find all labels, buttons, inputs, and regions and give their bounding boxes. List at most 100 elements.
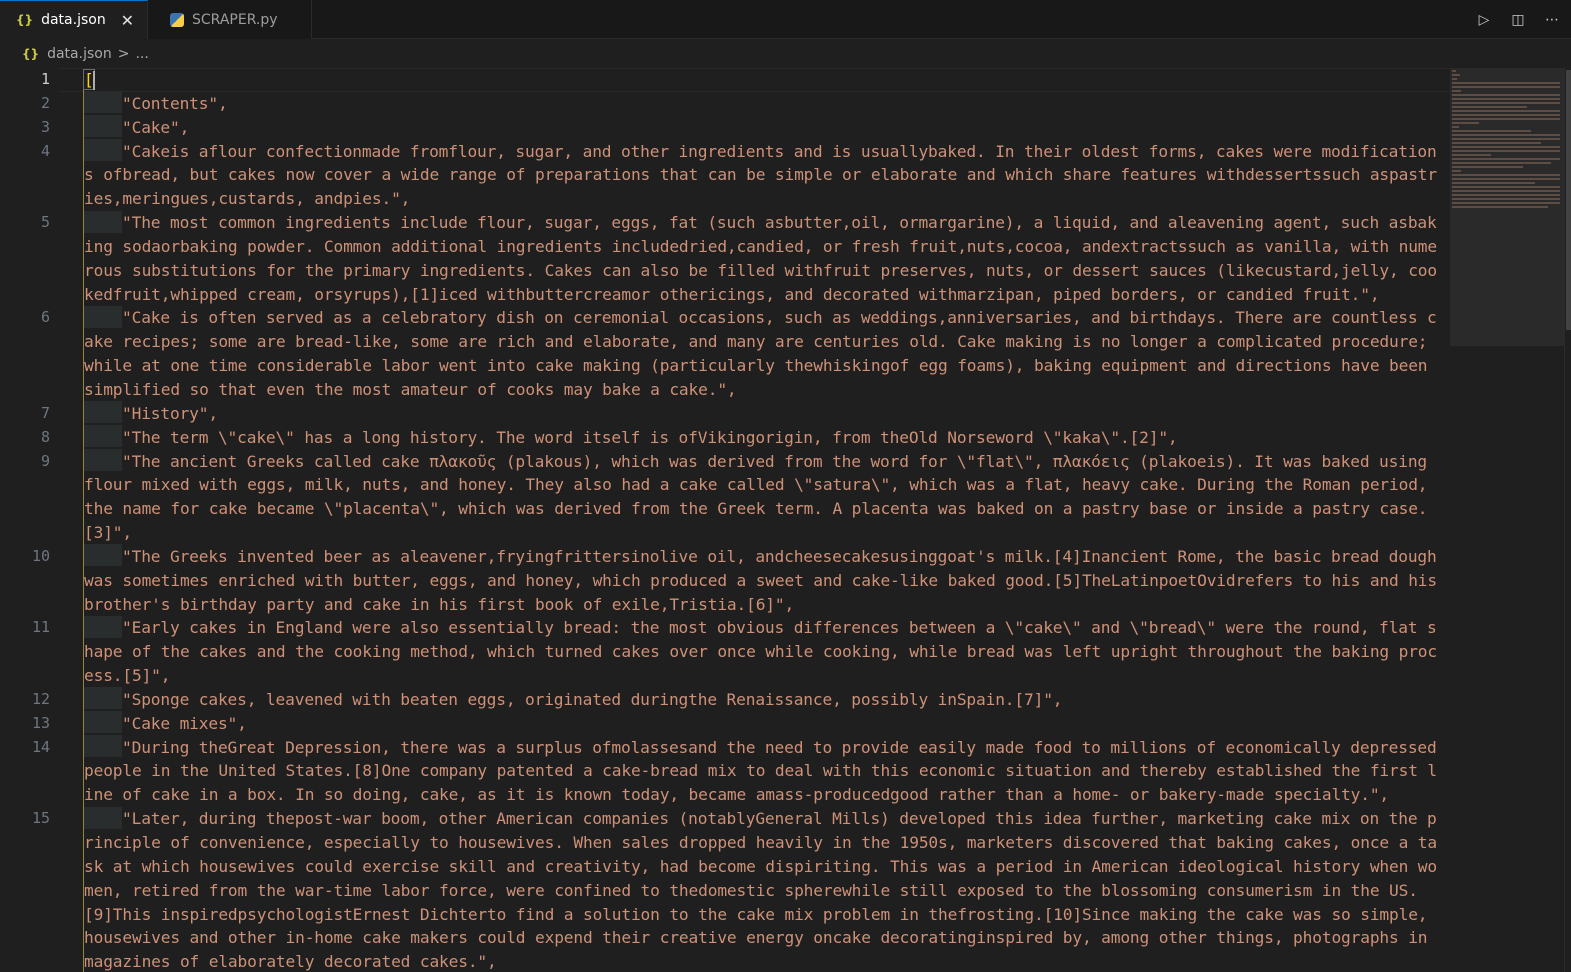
- editor-actions: ▷ ◫ ⋯: [1473, 0, 1563, 39]
- line-number: 1: [40, 70, 50, 88]
- split-editor-icon[interactable]: ◫: [1507, 9, 1529, 31]
- json-string: "During theGreat Depression, there was a…: [84, 737, 1447, 805]
- minimap-line: [1452, 158, 1560, 160]
- line-number: 12: [31, 690, 50, 708]
- code-line[interactable]: "Cake",: [84, 115, 1444, 140]
- indent-whitespace: [84, 401, 122, 424]
- run-icon[interactable]: ▷: [1473, 9, 1495, 31]
- minimap-line: [1452, 198, 1560, 200]
- line-number: 13: [31, 714, 50, 732]
- line-number-gutter: 1 2 3 4 5 6 7 8 9 10 11 12 13 14 15: [0, 68, 60, 972]
- minimap-line: [1452, 186, 1560, 188]
- code-line[interactable]: "Sponge cakes, leavened with beaten eggs…: [84, 687, 1444, 712]
- indent-whitespace: [84, 115, 122, 138]
- python-icon: [170, 12, 184, 27]
- json-string: "The Greeks invented beer as aleavener,f…: [84, 546, 1447, 614]
- code-line[interactable]: [: [83, 68, 1444, 92]
- line-number: 3: [40, 118, 50, 136]
- indent-whitespace: [84, 711, 122, 734]
- json-string: "Early cakes in England were also essent…: [84, 618, 1437, 686]
- json-braces-icon: {}: [16, 13, 34, 27]
- code-line[interactable]: "Later, during thepost-war boom, other A…: [84, 806, 1444, 972]
- editor[interactable]: 1 2 3 4 5 6 7 8 9 10 11 12 13 14 15 ["Contents", "Cake"…: [0, 68, 1571, 972]
- breadcrumb-file[interactable]: data.json: [47, 46, 112, 62]
- line-number: 10: [31, 547, 50, 565]
- minimap-line: [1452, 178, 1560, 180]
- minimap-line: [1452, 194, 1560, 196]
- line-number: 7: [40, 404, 50, 422]
- close-icon[interactable]: ✕: [120, 11, 135, 30]
- scrollbar-thumb[interactable]: [1566, 70, 1571, 330]
- breadcrumb-more[interactable]: ...: [135, 46, 148, 62]
- minimap-line: [1452, 150, 1560, 152]
- indent-whitespace: [84, 544, 122, 567]
- minimap-line: [1452, 138, 1560, 140]
- line-number: 4: [40, 142, 50, 160]
- tab-label: SCRAPER.py: [192, 11, 278, 28]
- indent-whitespace: [84, 615, 122, 638]
- tab-scraper-py[interactable]: SCRAPER.py: [148, 0, 312, 39]
- minimap-line: [1452, 182, 1535, 184]
- more-actions-icon[interactable]: ⋯: [1541, 9, 1563, 31]
- json-string: "The term \"cake\" has a long history. T…: [122, 427, 1178, 447]
- minimap-line: [1452, 130, 1532, 132]
- line-number: 6: [40, 308, 50, 326]
- code-line[interactable]: "The term \"cake\" has a long history. T…: [84, 425, 1444, 450]
- vertical-scrollbar[interactable]: [1564, 68, 1571, 972]
- json-string: "The most common ingredients include flo…: [84, 213, 1437, 304]
- minimap-line: [1452, 82, 1560, 84]
- line-number: 9: [40, 452, 50, 470]
- code-area[interactable]: ["Contents", "Cake", "Cakeis aflour confec…: [83, 68, 1447, 972]
- minimap-line: [1452, 86, 1560, 88]
- minimap-line: [1452, 122, 1479, 124]
- minimap-line: [1452, 110, 1560, 112]
- code-line[interactable]: "Early cakes in England were also essent…: [84, 615, 1444, 688]
- indent-whitespace: [84, 91, 122, 114]
- minimap-line: [1452, 102, 1560, 104]
- code-line[interactable]: "Cake mixes",: [84, 711, 1444, 736]
- indent-whitespace: [84, 735, 122, 758]
- line-number: 2: [40, 94, 50, 112]
- indent-whitespace: [84, 687, 122, 710]
- minimap-line: [1452, 106, 1527, 108]
- code-line[interactable]: "History",: [84, 401, 1444, 426]
- minimap-line: [1452, 126, 1460, 128]
- minimap[interactable]: [1450, 68, 1564, 972]
- json-string: "Sponge cakes, leavened with beaten eggs…: [122, 689, 1063, 709]
- indent-whitespace: [84, 806, 122, 829]
- indent-whitespace: [84, 210, 122, 233]
- code-line[interactable]: "During theGreat Depression, there was a…: [84, 735, 1447, 808]
- breadcrumb: {} data.json > ...: [0, 40, 1571, 68]
- tab-bar: {} data.json ✕ SCRAPER.py: [0, 0, 1571, 39]
- json-string: "Cake mixes",: [122, 713, 247, 733]
- indent-whitespace: [84, 425, 122, 448]
- minimap-line: [1452, 190, 1560, 192]
- json-string: "History",: [122, 403, 218, 423]
- minimap-line: [1452, 114, 1560, 116]
- code-line[interactable]: "Cakeis aflour confectionmade fromflour,…: [84, 139, 1444, 212]
- code-line[interactable]: "Cake is often served as a celebratory d…: [84, 305, 1444, 401]
- minimap-line: [1452, 146, 1560, 148]
- minimap-line: [1452, 162, 1551, 164]
- line-number: 14: [31, 738, 50, 756]
- minimap-line: [1452, 166, 1523, 168]
- code-line[interactable]: "The ancient Greeks called cake πλακοῦς …: [84, 449, 1444, 545]
- minimap-line: [1452, 90, 1461, 92]
- code-line[interactable]: "The Greeks invented beer as aleavener,f…: [84, 544, 1447, 617]
- json-braces-icon: {}: [22, 47, 40, 61]
- tab-label: data.json: [41, 12, 106, 28]
- minimap-line: [1452, 202, 1560, 204]
- minimap-line: [1452, 174, 1560, 176]
- indent-whitespace: [84, 139, 122, 162]
- line-number: 8: [40, 428, 50, 446]
- json-string: "The ancient Greeks called cake πλακοῦς …: [84, 451, 1438, 543]
- json-string: "Contents",: [122, 93, 228, 113]
- minimap-line: [1452, 134, 1560, 136]
- code-line[interactable]: "Contents",: [84, 91, 1444, 116]
- line-number: 15: [31, 809, 50, 827]
- minimap-line: [1452, 118, 1560, 120]
- minimap-line: [1452, 94, 1560, 96]
- code-line[interactable]: "The most common ingredients include flo…: [84, 210, 1444, 306]
- tab-data-json[interactable]: {} data.json ✕: [0, 0, 148, 39]
- minimap-line: [1452, 154, 1491, 156]
